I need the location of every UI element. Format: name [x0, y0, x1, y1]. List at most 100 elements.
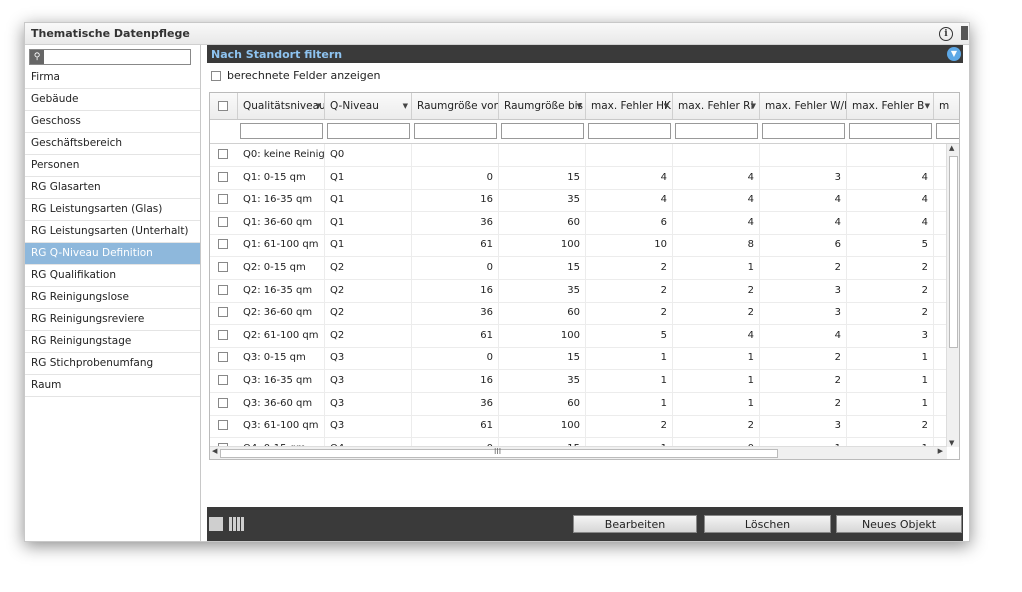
sidebar-item[interactable]: RG Reinigungslose — [25, 287, 200, 309]
table-cell: 2 — [760, 370, 847, 392]
scroll-right-icon[interactable]: ▶ — [938, 447, 943, 455]
row-checkbox[interactable] — [218, 307, 228, 318]
column-header[interactable]: max. Fehler HK ▼ — [586, 93, 673, 119]
sidebar-item[interactable]: Geschäftsbereich — [25, 133, 200, 155]
table-cell: 1 — [847, 392, 934, 415]
sidebar-item[interactable]: RG Leistungsarten (Unterhalt) — [25, 221, 200, 243]
row-checkbox[interactable] — [218, 171, 228, 182]
column-filter-icon[interactable]: ▼ — [577, 102, 582, 110]
table-cell: 15 — [499, 257, 586, 279]
column-filter-icon[interactable]: ▼ — [925, 102, 930, 110]
sidebar-item[interactable]: Raum — [25, 375, 200, 397]
row-checkbox[interactable] — [218, 284, 228, 295]
column-filter-input[interactable] — [675, 123, 758, 139]
table-row[interactable]: Q1: 61-100 qm Q1 61 100 10 8 6 5 — [210, 234, 947, 258]
row-checkbox[interactable] — [218, 375, 228, 385]
table-cell: 1 — [673, 370, 760, 392]
sidebar-item[interactable]: RG Glasarten — [25, 177, 200, 199]
sidebar-item[interactable]: Geschoss — [25, 111, 200, 133]
scroll-down-icon[interactable]: ▼ — [949, 439, 954, 447]
table-cell: 3 — [760, 302, 847, 325]
edit-button[interactable]: Bearbeiten — [573, 515, 697, 533]
column-filter-input[interactable] — [936, 123, 959, 139]
table-cell: Q2: 16-35 qm — [238, 279, 325, 302]
column-filter-input[interactable] — [240, 123, 323, 139]
row-checkbox[interactable] — [218, 149, 228, 159]
delete-button[interactable]: Löschen — [704, 515, 831, 533]
column-header[interactable]: m — [934, 93, 959, 119]
column-filter-input[interactable] — [762, 123, 845, 139]
row-checkbox[interactable] — [218, 420, 228, 431]
column-header[interactable]: max. Fehler B ▼ — [847, 93, 934, 119]
table-cell: Q1 — [325, 211, 412, 234]
expand-icon[interactable]: ▼ — [947, 47, 961, 61]
sidebar-item[interactable]: RG Qualifikation — [25, 265, 200, 287]
table-cell: 4 — [847, 211, 934, 234]
table-row[interactable]: Q2: 0-15 qm Q2 0 15 2 1 2 2 — [210, 257, 947, 280]
column-filter-icon[interactable]: ▼ — [403, 102, 408, 110]
row-checkbox[interactable] — [218, 262, 228, 272]
column-header[interactable]: Qualitätsniveau ▼ — [238, 93, 325, 119]
new-object-button[interactable]: Neues Objekt — [836, 515, 962, 533]
sidebar-item[interactable]: RG Q-Niveau Definition — [25, 243, 200, 265]
column-header[interactable]: Raumgröße von — [412, 93, 499, 119]
column-header[interactable]: max. Fehler W/D — [760, 93, 847, 119]
horizontal-scrollbar[interactable]: ◀ III ▶ — [210, 446, 947, 459]
column-header[interactable]: max. Fehler RI ▼ — [673, 93, 760, 119]
table-row[interactable]: Q2: 16-35 qm Q2 16 35 2 2 3 2 — [210, 279, 947, 303]
column-filter-input[interactable] — [849, 123, 932, 139]
table-row[interactable]: Q3: 16-35 qm Q3 16 35 1 1 2 1 — [210, 370, 947, 393]
row-checkbox[interactable] — [218, 397, 228, 408]
row-checkbox[interactable] — [218, 194, 228, 205]
search-input[interactable] — [46, 50, 188, 64]
sidebar-item[interactable]: RG Reinigungsreviere — [25, 309, 200, 331]
row-checkbox[interactable] — [218, 329, 228, 340]
sidebar-item[interactable]: Gebäude — [25, 89, 200, 111]
scroll-left-icon[interactable]: ◀ — [212, 447, 217, 455]
column-header[interactable]: Q-Niveau ▼ — [325, 93, 412, 119]
table-cell: Q3 — [325, 415, 412, 438]
row-checkbox[interactable] — [218, 239, 228, 250]
document-icon[interactable] — [961, 26, 968, 40]
column-filter-icon[interactable]: ▼ — [316, 102, 321, 110]
sidebar-item[interactable]: Personen — [25, 155, 200, 177]
column-filter-icon[interactable]: ▼ — [751, 102, 756, 110]
column-header[interactable]: Raumgröße bis ▼ — [499, 93, 586, 119]
row-checkbox[interactable] — [218, 216, 228, 227]
table-row[interactable]: Q3: 61-100 qm Q3 61 100 2 2 3 2 — [210, 415, 947, 439]
calc-fields-checkbox[interactable] — [211, 71, 221, 81]
table-row[interactable]: Q2: 36-60 qm Q2 36 60 2 2 3 2 — [210, 302, 947, 326]
column-filter-input[interactable] — [327, 123, 410, 139]
film-icon[interactable] — [229, 517, 245, 531]
table-row[interactable]: Q0: keine ReinigurQ0 — [210, 144, 947, 167]
vertical-scroll-thumb[interactable] — [949, 156, 958, 348]
table-cell: 1 — [586, 347, 673, 370]
table-cell: 2 — [673, 302, 760, 325]
table-row[interactable]: Q3: 36-60 qm Q3 36 60 1 1 2 1 — [210, 392, 947, 416]
table-cell: Q1 — [325, 234, 412, 257]
row-checkbox[interactable] — [218, 352, 228, 363]
export-icon[interactable] — [209, 517, 223, 531]
table-row[interactable]: Q1: 16-35 qm Q1 16 35 4 4 4 4 — [210, 189, 947, 213]
sidebar-item[interactable]: RG Stichprobenumfang — [25, 353, 200, 375]
column-filter-icon[interactable]: ▼ — [664, 102, 669, 110]
scroll-up-icon[interactable]: ▲ — [949, 144, 954, 152]
table-cell: Q1: 36-60 qm — [238, 211, 325, 234]
table-cell: Q3 — [325, 347, 412, 370]
sidebar-item[interactable]: RG Reinigungstage — [25, 331, 200, 353]
select-all-checkbox[interactable] — [218, 101, 228, 111]
location-filter-bar[interactable]: Nach Standort filtern ▼ — [207, 45, 963, 63]
column-filter-input[interactable] — [414, 123, 497, 139]
sidebar-item[interactable]: Firma — [25, 67, 200, 89]
vertical-scrollbar[interactable]: ▲ ▼ — [946, 144, 959, 447]
column-filter-input[interactable] — [588, 123, 671, 139]
table-row[interactable]: Q3: 0-15 qm Q3 0 15 1 1 2 1 — [210, 347, 947, 371]
table-row[interactable]: Q2: 61-100 qm Q2 61 100 5 4 4 3 — [210, 324, 947, 348]
sidebar-item[interactable]: RG Leistungsarten (Glas) — [25, 199, 200, 221]
calc-fields-option[interactable]: berechnete Felder anzeigen — [211, 69, 380, 83]
column-filter-input[interactable] — [501, 123, 584, 139]
table-row[interactable]: Q1: 0-15 qm Q1 0 15 4 4 3 4 — [210, 166, 947, 190]
info-icon[interactable]: i — [939, 27, 953, 41]
table-cell: Q3 — [325, 370, 412, 392]
table-row[interactable]: Q1: 36-60 qm Q1 36 60 6 4 4 4 — [210, 211, 947, 235]
